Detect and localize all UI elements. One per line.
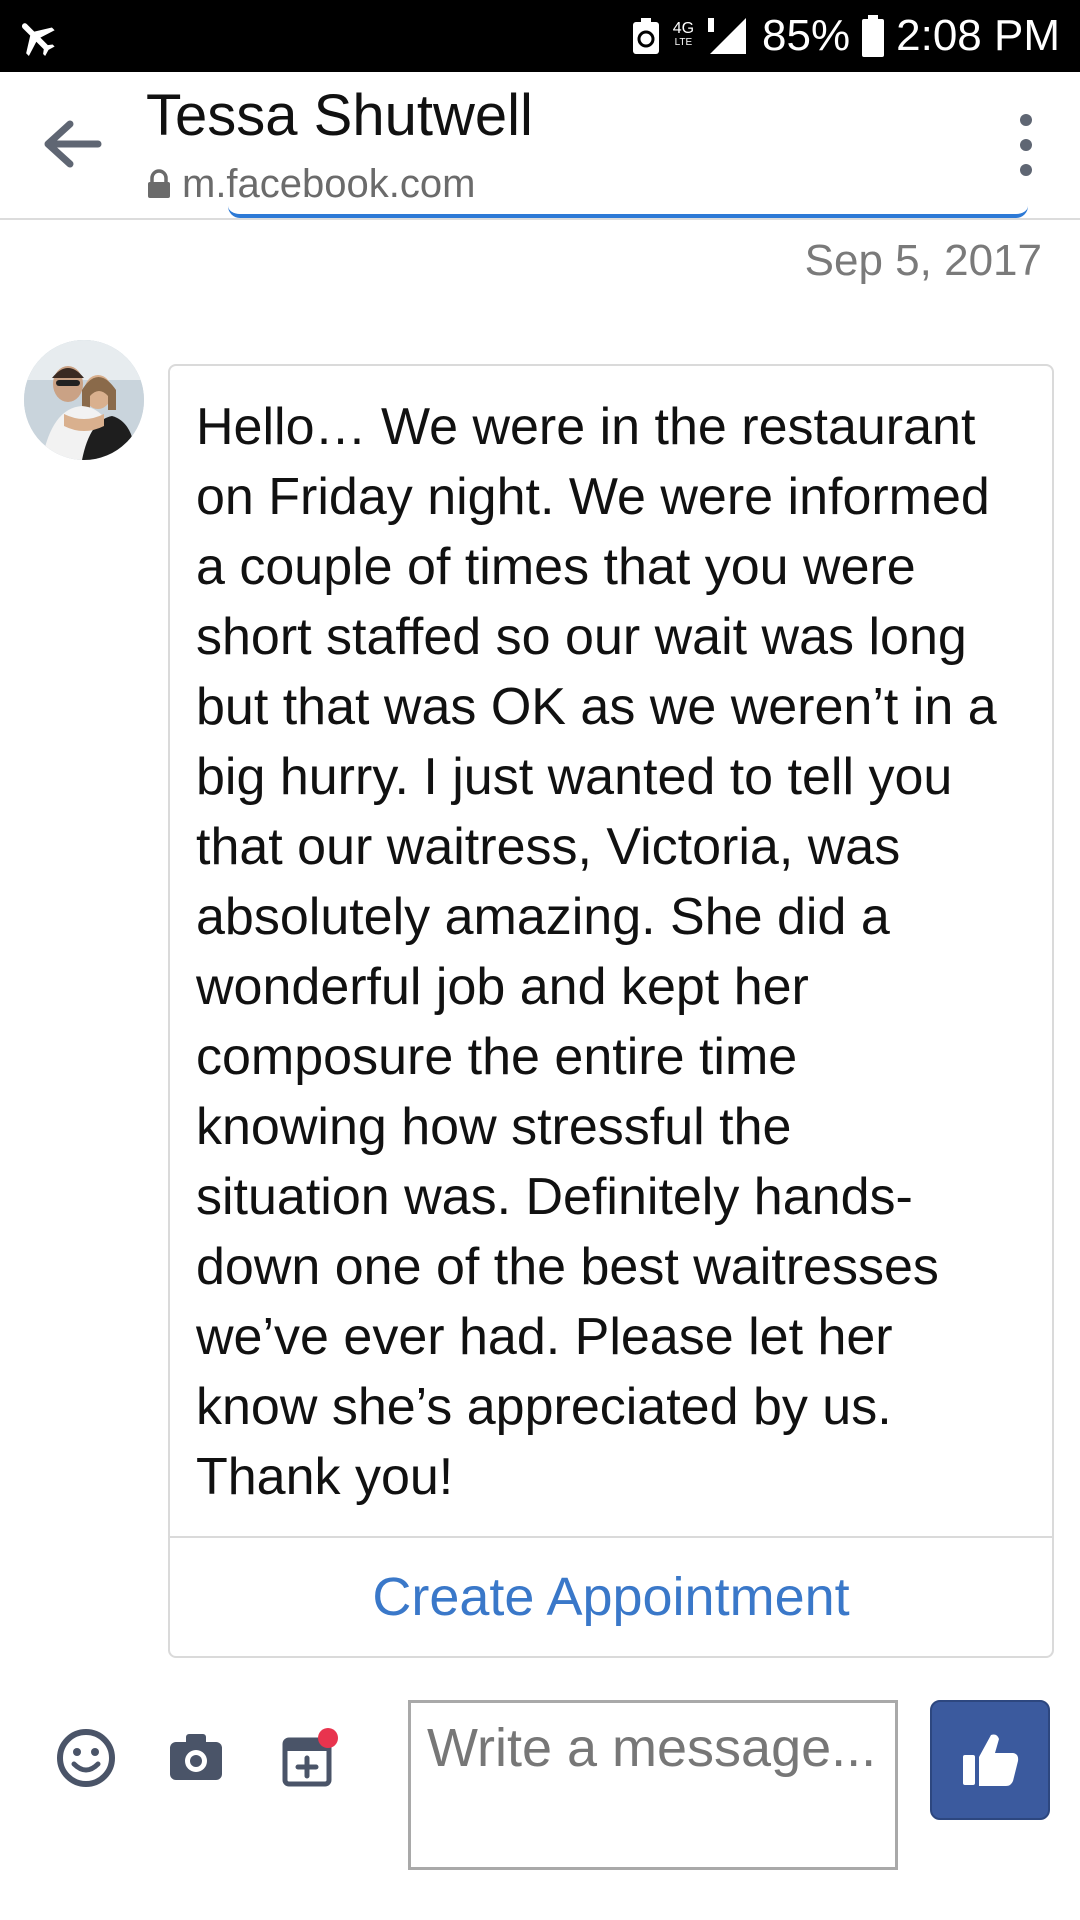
url-text: m.facebook.com [182, 161, 476, 206]
like-button[interactable] [930, 1700, 1050, 1820]
avatar-photo [24, 340, 144, 460]
message-date: Sep 5, 2017 [804, 236, 1042, 285]
battery-percent: 85% [762, 11, 851, 60]
notification-dot [318, 1728, 338, 1748]
url-row: m.facebook.com [146, 162, 475, 206]
data-saver-icon [632, 18, 659, 54]
thumbs-up-icon [963, 1734, 1019, 1786]
schedule-icon[interactable] [282, 1726, 340, 1788]
more-vertical-icon[interactable] [1014, 112, 1038, 178]
clock: 2:08 PM [896, 11, 1060, 60]
emoji-icon[interactable] [56, 1728, 116, 1788]
lock-icon [148, 169, 170, 198]
signal-icon [708, 18, 747, 54]
camera-icon[interactable] [168, 1732, 224, 1782]
app-header: Tessa Shutwell m.facebook.com [0, 72, 1080, 220]
status-bar: 4G LTE 85% 2:08 PM [0, 0, 1080, 72]
avatar[interactable] [24, 340, 144, 460]
network-type: 4G LTE [672, 20, 695, 49]
previous-message-edge [228, 206, 1028, 218]
message-text: Hello… We were in the restaurant on Frid… [196, 398, 997, 1506]
page-title: Tessa Shutwell [146, 83, 533, 148]
create-appointment-button[interactable]: Create Appointment [170, 1538, 1052, 1656]
back-arrow-icon[interactable] [40, 116, 104, 172]
airplane-mode-icon [21, 23, 55, 56]
message-input[interactable] [408, 1700, 898, 1870]
message-card: Hello… We were in the restaurant on Frid… [168, 364, 1054, 1658]
battery-icon [862, 15, 885, 57]
